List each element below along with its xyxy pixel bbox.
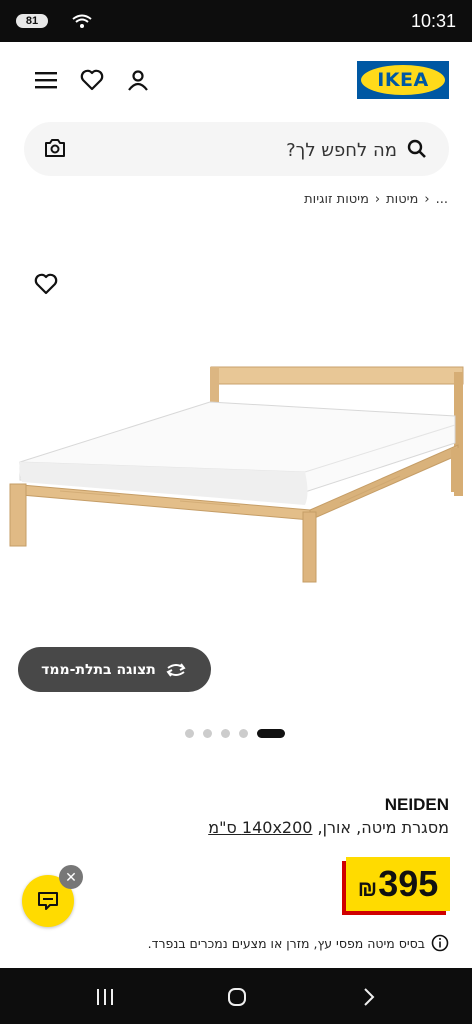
search-input[interactable] bbox=[95, 136, 399, 164]
breadcrumb: ... ‹ מיטות ‹ מיטות זוגיות bbox=[304, 192, 448, 207]
product-name: NEIDEN bbox=[384, 795, 449, 814]
product-note-text: בסיס מיטה מפסי עץ, מזרן או מצעים נמכרים … bbox=[147, 935, 425, 951]
menu-icon[interactable] bbox=[32, 66, 60, 94]
recent-apps-icon[interactable] bbox=[96, 988, 114, 1006]
currency-symbol: ₪ bbox=[357, 876, 378, 901]
person-icon[interactable] bbox=[124, 66, 152, 94]
close-icon[interactable]: ✕ bbox=[59, 865, 83, 889]
carousel-dot[interactable] bbox=[203, 729, 212, 738]
product-size-link[interactable]: 140x200 ס"מ bbox=[208, 818, 312, 837]
carousel-dot[interactable] bbox=[239, 729, 248, 738]
chevron-left-icon: ‹ bbox=[424, 192, 430, 207]
ikea-logo[interactable]: IKEA bbox=[357, 61, 449, 99]
product-note: בסיס מיטה מפסי עץ, מזרן או מצעים נמכרים … bbox=[148, 934, 449, 952]
heart-icon[interactable] bbox=[78, 66, 106, 94]
rotate-3d-icon bbox=[166, 662, 186, 677]
search-icon[interactable] bbox=[407, 139, 427, 159]
wifi-icon bbox=[72, 14, 92, 28]
breadcrumb-item-ellipsis[interactable]: ... bbox=[436, 192, 448, 207]
carousel-dots bbox=[185, 729, 285, 738]
search-bar[interactable] bbox=[24, 122, 449, 176]
battery-indicator: 81 bbox=[16, 14, 48, 28]
chevron-left-icon: ‹ bbox=[374, 192, 381, 207]
carousel-dot[interactable] bbox=[221, 729, 230, 738]
system-nav-bar bbox=[0, 968, 472, 1024]
view-3d-button[interactable]: תצוגה בתלת-ממד bbox=[18, 647, 211, 692]
status-bar: 81 10:31 bbox=[0, 0, 472, 42]
carousel-dot-active[interactable] bbox=[257, 729, 285, 738]
carousel-dot[interactable] bbox=[185, 729, 194, 738]
clock: 10:31 bbox=[410, 11, 456, 31]
chat-icon bbox=[38, 892, 58, 910]
camera-icon[interactable] bbox=[44, 138, 66, 158]
product-description: מסגרת מיטה, אורן, 140x200 ס"מ bbox=[208, 818, 449, 837]
breadcrumb-item-double-beds[interactable]: מיטות זוגיות bbox=[304, 192, 369, 207]
view-3d-label: תצוגה בתלת-ממד bbox=[41, 661, 156, 678]
product-description-text: מסגרת מיטה, אורן, bbox=[317, 818, 449, 837]
home-icon[interactable] bbox=[227, 987, 247, 1007]
info-icon bbox=[431, 934, 449, 952]
breadcrumb-item-beds[interactable]: מיטות bbox=[386, 192, 418, 207]
product-image[interactable] bbox=[0, 250, 472, 650]
logo-text: IKEA bbox=[361, 65, 445, 95]
back-icon[interactable] bbox=[362, 987, 376, 1007]
price-tag: ₪ 395 bbox=[346, 857, 450, 911]
price-value: 395 bbox=[378, 863, 439, 904]
